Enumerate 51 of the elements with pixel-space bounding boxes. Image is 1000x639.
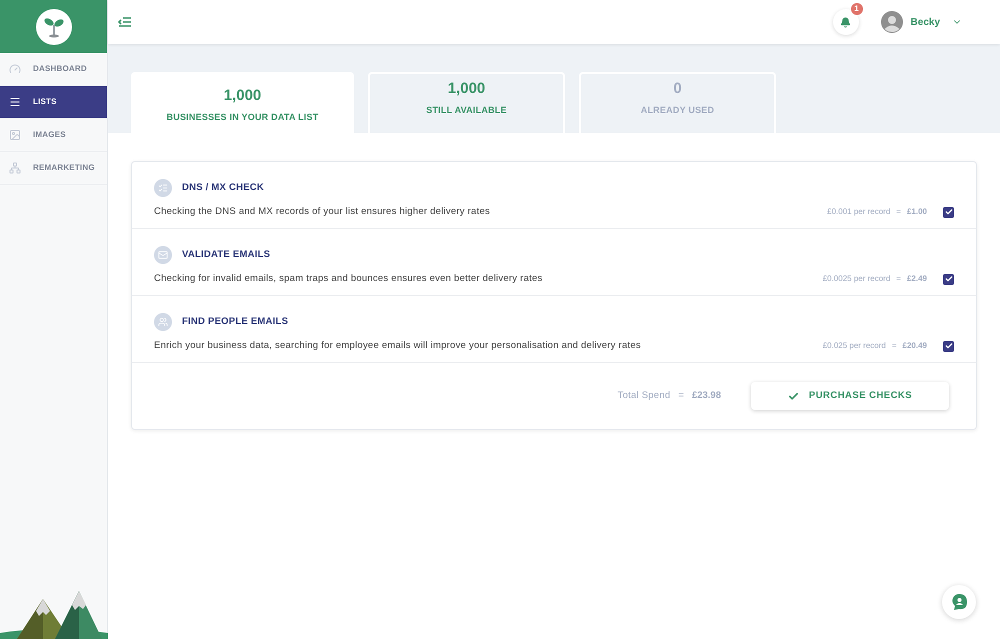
collapse-menu-icon[interactable]	[118, 15, 132, 29]
purchase-button[interactable]: PURCHASE CHECKS	[751, 382, 949, 410]
checkbox[interactable]	[943, 340, 954, 352]
gauge-icon	[9, 63, 21, 75]
nav-item[interactable]: REMARKETING	[0, 152, 107, 185]
support-chat-icon	[950, 593, 968, 611]
total-label: Total Spend	[618, 388, 670, 403]
notification-button[interactable]	[832, 9, 859, 35]
cost-text: £20.49	[902, 340, 927, 352]
nav-item[interactable]: LISTS	[0, 86, 107, 119]
support-button[interactable]	[942, 585, 976, 619]
cost-text: £1.00	[906, 206, 927, 218]
stat-tab[interactable]: 1,000 BUSINESSES IN YOUR DATA LIST	[131, 72, 354, 133]
equals-sign: =	[896, 273, 901, 286]
stat-tab[interactable]: 0 ALREADY USED	[579, 72, 776, 133]
notification-count: 1	[850, 3, 863, 15]
checkbox[interactable]	[943, 206, 954, 218]
user-name[interactable]: Becky	[910, 14, 940, 30]
checkbox[interactable]	[943, 274, 954, 285]
stat-label: STILL AVAILABLE	[426, 104, 507, 117]
equals-sign: =	[896, 206, 901, 218]
bell-icon	[840, 16, 852, 28]
check-title: DNS / MX CHECK	[182, 180, 264, 195]
total-value: £23.98	[692, 388, 721, 403]
mail-icon	[154, 246, 172, 264]
avatar-icon	[880, 11, 903, 33]
check-description: Enrich your business data, searching for employee emails will improve your personalisation and delivery rates	[154, 339, 642, 353]
network-icon	[9, 162, 21, 174]
nav-item[interactable]: IMAGES	[0, 119, 107, 152]
check-description: Checking the DNS and MX records of your list ensures higher delivery rates	[154, 205, 491, 219]
sprout-logo-icon	[36, 8, 72, 44]
check-title: VALIDATE EMAILS	[182, 248, 270, 262]
cost-text: £2.49	[906, 273, 927, 286]
stat-value: 0	[673, 78, 682, 98]
check-title: FIND PEOPLE EMAILS	[182, 314, 288, 329]
stat-label: BUSINESSES IN YOUR DATA LIST	[166, 111, 318, 124]
menu-icon	[9, 96, 21, 108]
list-icon	[154, 179, 172, 197]
stat-value: 1,000	[224, 86, 262, 106]
stat-value: 1,000	[448, 78, 486, 98]
check-icon	[788, 390, 799, 402]
equals-sign: =	[678, 388, 684, 403]
stat-label: ALREADY USED	[640, 104, 714, 117]
rate-text: £0.001 per record	[827, 206, 890, 218]
rate-text: £0.025 per record	[822, 340, 886, 352]
equals-sign: =	[892, 340, 897, 352]
image-icon	[9, 129, 21, 141]
people-icon	[154, 313, 172, 331]
check-description: Checking for invalid emails, spam traps and bounces ensures even better delivery rates	[154, 272, 544, 286]
rate-text: £0.0025 per record	[822, 273, 890, 286]
stat-tab[interactable]: 1,000 STILL AVAILABLE	[368, 72, 565, 133]
